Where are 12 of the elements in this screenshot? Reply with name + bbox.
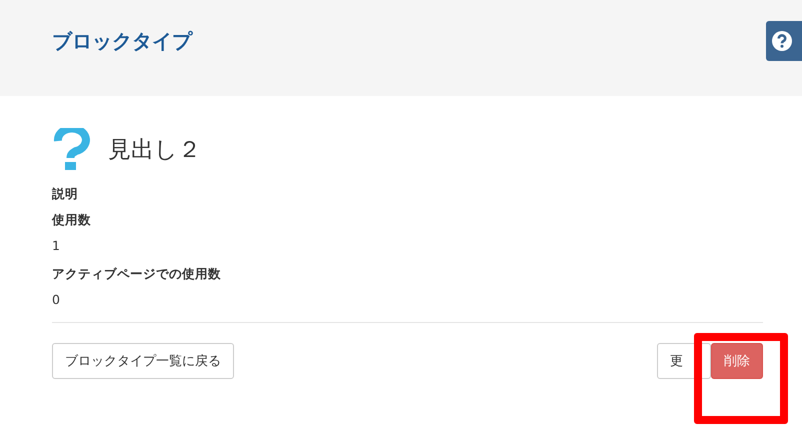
back-button[interactable]: ブロックタイプ一覧に戻る (52, 343, 234, 379)
block-type-heading: 見出し２ (108, 136, 201, 164)
field-label: アクティブページでの使用数 (52, 266, 222, 283)
page-title: ブロックタイプ (52, 28, 192, 55)
field-value: 1 (52, 238, 61, 253)
help-icon (772, 31, 792, 51)
delete-button[interactable]: 削除 (711, 343, 763, 379)
field-value: 0 (52, 292, 61, 307)
field-label: 説明 (52, 186, 79, 203)
question-mark-icon (52, 128, 92, 170)
help-button[interactable] (766, 21, 802, 61)
field-label: 使用数 (52, 212, 92, 229)
